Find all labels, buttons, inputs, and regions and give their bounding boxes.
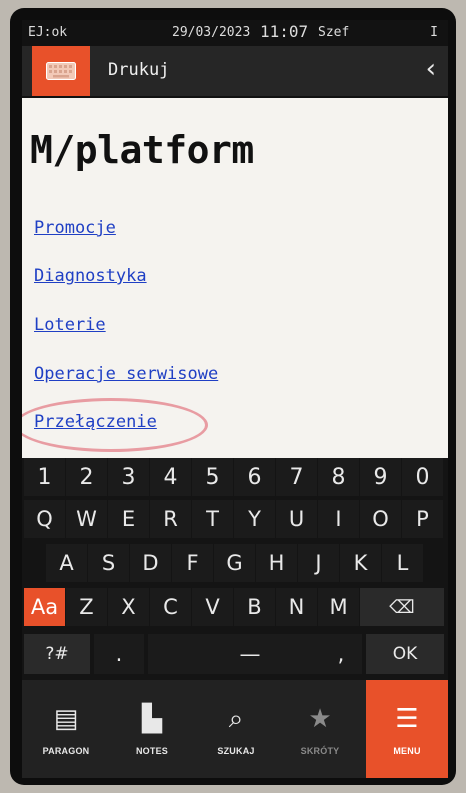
- bottom-navbar: ▤ PARAGON ▙ NOTES ⌕ SZUKAJ ★ SKRÓTY ☰ ME…: [22, 680, 448, 778]
- key-d[interactable]: D: [130, 544, 171, 582]
- key-g[interactable]: G: [214, 544, 255, 582]
- nav-notes[interactable]: ▙ NOTES: [112, 680, 192, 778]
- status-date: 29/03/2023: [172, 25, 251, 40]
- status-bar: EJ:ok 29/03/2023 11:07 Szef I: [22, 20, 448, 46]
- key-t[interactable]: T: [192, 500, 233, 538]
- key-p[interactable]: P: [402, 500, 443, 538]
- dot-key[interactable]: .: [94, 634, 144, 674]
- key-3[interactable]: 3: [108, 458, 149, 496]
- nav-skroty[interactable]: ★ SKRÓTY: [280, 680, 360, 778]
- key-6[interactable]: 6: [234, 458, 275, 496]
- link-diagnostyka[interactable]: Diagnostyka: [34, 266, 147, 286]
- key-u[interactable]: U: [276, 500, 317, 538]
- key-y[interactable]: Y: [234, 500, 275, 538]
- key-x[interactable]: X: [108, 588, 149, 626]
- key-8[interactable]: 8: [318, 458, 359, 496]
- nav-szukaj-label: SZUKAJ: [217, 746, 255, 756]
- nav-notes-label: NOTES: [135, 746, 168, 756]
- key-j[interactable]: J: [298, 544, 339, 582]
- page-title: M/platform: [30, 128, 254, 172]
- chevron-left-icon: ‹: [425, 54, 436, 84]
- nav-menu-label: MENU: [393, 746, 421, 756]
- key-r[interactable]: R: [150, 500, 191, 538]
- key-4[interactable]: 4: [150, 458, 191, 496]
- key-s[interactable]: S: [88, 544, 129, 582]
- key-k[interactable]: K: [340, 544, 381, 582]
- highlight-annotation: [22, 398, 208, 452]
- backspace-key[interactable]: ⌫: [360, 588, 444, 626]
- key-h[interactable]: H: [256, 544, 297, 582]
- key-i[interactable]: I: [318, 500, 359, 538]
- key-l[interactable]: L: [382, 544, 423, 582]
- key-w[interactable]: W: [66, 500, 107, 538]
- key-9[interactable]: 9: [360, 458, 401, 496]
- onscreen-keyboard: 1 2 3 4 5 6 7 8 9 0 Q W E R T Y U I O P …: [22, 458, 448, 680]
- key-2[interactable]: 2: [66, 458, 107, 496]
- bookmark-icon: ▙: [142, 704, 162, 734]
- nav-paragon-label: PARAGON: [42, 746, 90, 756]
- key-q[interactable]: Q: [24, 500, 65, 538]
- symbols-key[interactable]: ?#: [24, 634, 90, 674]
- back-button[interactable]: ‹: [426, 54, 436, 84]
- screen: EJ:ok 29/03/2023 11:07 Szef I Drukuj ‹ M…: [22, 20, 448, 778]
- status-ej: EJ:ok: [28, 25, 68, 40]
- hamburger-icon: ☰: [395, 704, 419, 734]
- nav-szukaj[interactable]: ⌕ SZUKAJ: [196, 680, 276, 778]
- title-bar: Drukuj ‹: [22, 46, 448, 96]
- link-operacje-serwisowe[interactable]: Operacje serwisowe: [34, 364, 218, 384]
- status-user: Szef: [318, 25, 350, 40]
- key-m[interactable]: M: [318, 588, 359, 626]
- key-a[interactable]: A: [46, 544, 87, 582]
- key-o[interactable]: O: [360, 500, 401, 538]
- keyboard-icon: [46, 62, 76, 80]
- key-v[interactable]: V: [192, 588, 233, 626]
- keyboard-toggle-button[interactable]: [32, 46, 90, 96]
- status-time: 11:07: [260, 22, 309, 41]
- receipt-icon: ▤: [53, 704, 79, 734]
- key-1[interactable]: 1: [24, 458, 65, 496]
- backspace-icon: ⌫: [389, 596, 415, 618]
- link-promocje[interactable]: Promocje: [34, 218, 116, 238]
- key-c[interactable]: C: [150, 588, 191, 626]
- key-7[interactable]: 7: [276, 458, 317, 496]
- status-indicator: I: [430, 25, 438, 40]
- comma-key[interactable]: ,: [320, 634, 362, 674]
- shift-key[interactable]: Aa: [24, 588, 65, 626]
- key-5[interactable]: 5: [192, 458, 233, 496]
- ok-key[interactable]: OK: [366, 634, 444, 674]
- search-icon: ⌕: [228, 703, 244, 734]
- key-b[interactable]: B: [234, 588, 275, 626]
- link-loterie[interactable]: Loterie: [34, 315, 106, 335]
- content-area: M/platform Promocje Diagnostyka Loterie …: [22, 98, 448, 458]
- key-e[interactable]: E: [108, 500, 149, 538]
- nav-menu[interactable]: ☰ MENU: [366, 680, 448, 778]
- nav-paragon[interactable]: ▤ PARAGON: [26, 680, 106, 778]
- key-0[interactable]: 0: [402, 458, 443, 496]
- screen-title: Drukuj: [108, 60, 170, 80]
- key-f[interactable]: F: [172, 544, 213, 582]
- key-z[interactable]: Z: [66, 588, 107, 626]
- nav-skroty-label: SKRÓTY: [300, 746, 340, 756]
- key-n[interactable]: N: [276, 588, 317, 626]
- star-icon: ★: [308, 704, 332, 734]
